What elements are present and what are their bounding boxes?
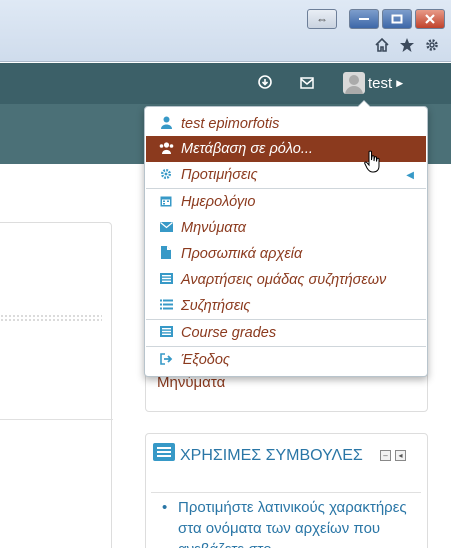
divider <box>0 419 113 420</box>
gear-icon[interactable] <box>423 37 441 55</box>
menu-item-label: Έξοδος <box>181 352 230 368</box>
tips-block-title: ΧΡΗΣΙΜΕΣ ΣΥΜΒΟΥΛΕΣ <box>180 447 363 464</box>
cog-icon <box>159 168 173 183</box>
menu-item-preferences[interactable]: Προτιμήσεις ◀ <box>146 162 426 188</box>
envelope-icon <box>159 221 173 235</box>
menu-item-logout[interactable]: Έξοδος <box>146 347 426 373</box>
messages-icon[interactable] <box>298 75 316 93</box>
users-icon <box>159 141 174 157</box>
home-icon[interactable] <box>373 37 391 55</box>
menu-item-calendar[interactable]: Ημερολόγιο <box>146 189 426 215</box>
list-item: Προτιμήστε λατινικούς χαρακτήρες στα ονό… <box>162 497 412 548</box>
menu-item-label: Αναρτήσεις ομάδας συζητήσεων <box>181 272 387 288</box>
user-name: test <box>368 74 393 92</box>
browser-chrome: ⇔ <box>0 0 451 62</box>
menu-item-label: Προτιμήσεις <box>181 167 258 183</box>
menu-item-switch-role[interactable]: Μετάβαση σε ρόλο... <box>146 136 426 162</box>
minimize-icon[interactable] <box>349 9 379 29</box>
avatar <box>343 72 365 94</box>
menu-item-label: Μηνύματα <box>181 220 247 236</box>
menu-item-label: Μετάβαση σε ρόλο... <box>181 141 313 157</box>
user-icon <box>159 116 173 132</box>
calendar-icon <box>159 195 173 210</box>
tips-list: Προτιμήστε λατινικούς χαρακτήρες στα ονό… <box>162 497 412 548</box>
collapse-icon[interactable]: – <box>380 450 391 461</box>
star-icon[interactable] <box>398 37 416 55</box>
hand-cursor-icon <box>364 150 380 173</box>
menu-item-label: Course grades <box>181 325 277 341</box>
menu-item-private-files[interactable]: Προσωπικά αρχεία <box>146 241 426 267</box>
caret-right-icon: ▶ <box>396 77 404 88</box>
menu-item-label: Συζητήσεις <box>181 298 251 314</box>
list-icon <box>159 299 173 313</box>
main-content-card <box>0 222 113 548</box>
menu-item-label: Ημερολόγιο <box>181 194 256 210</box>
menu-item-messages[interactable]: Μηνύματα <box>146 215 426 241</box>
menu-item-course-grades[interactable]: Course grades <box>146 320 426 346</box>
user-dropdown-menu: test epimorfotis Μετάβαση σε ρόλο... Προ… <box>144 100 428 377</box>
sign-out-icon <box>159 352 173 368</box>
list-alt-icon <box>159 273 173 287</box>
list-alt-icon <box>159 326 173 340</box>
menu-item-label: Προσωπικά αρχεία <box>181 246 303 262</box>
caret-left-icon: ◀ <box>406 169 414 181</box>
maximize-icon[interactable] <box>382 9 412 29</box>
divider <box>151 492 421 493</box>
menu-item-forum-posts[interactable]: Αναρτήσεις ομάδας συζητήσεων <box>146 267 426 293</box>
file-icon <box>159 246 173 262</box>
menu-item-label: test epimorfotis <box>181 116 280 132</box>
swap-icon[interactable]: ⇔ <box>307 9 337 29</box>
dock-icon[interactable]: ◂ <box>395 450 406 461</box>
user-menu-toggle[interactable]: test ▶ <box>343 72 403 94</box>
notifications-icon[interactable] <box>256 75 274 93</box>
menu-item-discussions[interactable]: Συζητήσεις <box>146 293 426 319</box>
menu-item-profile[interactable]: test epimorfotis <box>146 111 426 137</box>
dotted-separator <box>0 314 102 322</box>
close-icon[interactable] <box>415 9 445 29</box>
